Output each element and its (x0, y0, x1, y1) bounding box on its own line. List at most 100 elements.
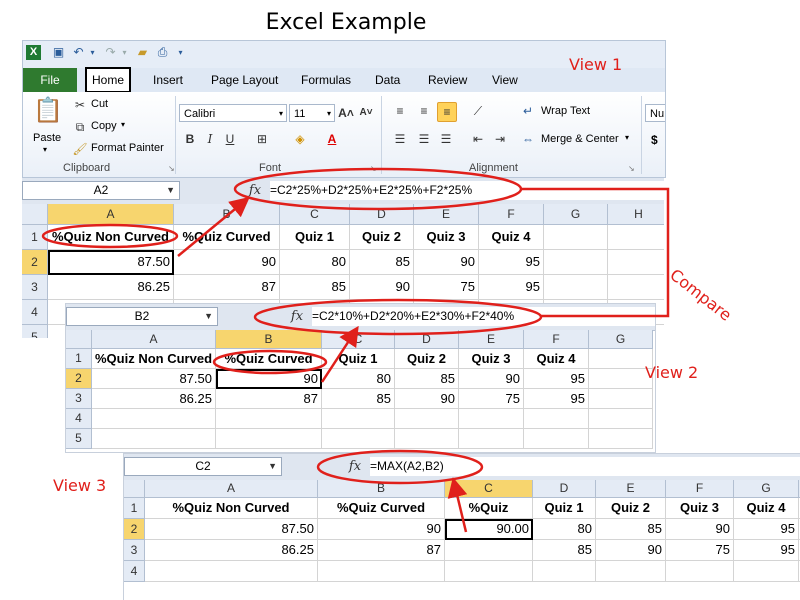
insert-function-icon[interactable]: fx (244, 181, 266, 200)
column-header-g[interactable]: G (734, 480, 799, 498)
cell-g1[interactable]: Quiz 4 (734, 498, 799, 519)
align-top-icon[interactable]: ≡ (391, 102, 409, 120)
row-header-1[interactable]: 1 (66, 349, 92, 369)
copy-icon[interactable]: ⧉ (71, 118, 89, 136)
row-header-4[interactable]: 4 (22, 300, 48, 325)
cell-a3[interactable]: 86.25 (48, 275, 174, 300)
cell-e3[interactable]: 75 (414, 275, 479, 300)
select-all-corner[interactable] (66, 330, 92, 349)
paste-button[interactable]: Paste (33, 132, 61, 144)
cell-h2[interactable] (608, 250, 664, 275)
merge-center-dropdown-icon[interactable]: ▾ (625, 133, 629, 142)
cell-e1[interactable]: Quiz 3 (459, 349, 524, 369)
cell-g4[interactable] (589, 409, 653, 429)
column-header-a[interactable]: A (145, 480, 318, 498)
cell-b3[interactable]: 87 (318, 540, 445, 561)
cell-a1[interactable]: %Quiz Non Curved (92, 349, 216, 369)
column-header-b[interactable]: B (174, 204, 280, 225)
cell-c2[interactable]: 80 (322, 369, 395, 389)
cell-e4[interactable] (459, 409, 524, 429)
tab-data[interactable]: Data (375, 68, 400, 92)
copy-dropdown-icon[interactable]: ▾ (121, 120, 125, 129)
merge-center-button[interactable]: Merge & Center (541, 133, 619, 145)
cell-b1[interactable]: %Quiz Curved (318, 498, 445, 519)
cell-a4[interactable] (145, 561, 318, 582)
cell-e1[interactable]: Quiz 3 (414, 225, 479, 250)
cell-f4[interactable] (666, 561, 734, 582)
print-preview-icon[interactable]: ⎙ (155, 45, 170, 60)
number-format-combo[interactable]: Nu (645, 104, 665, 122)
clipboard-launcher-icon[interactable]: ↘ (168, 164, 175, 173)
cell-h3[interactable] (608, 275, 664, 300)
cell-e5[interactable] (459, 429, 524, 449)
shrink-font-icon[interactable]: A˅ (357, 104, 375, 122)
cell-f4[interactable] (524, 409, 589, 429)
align-right-icon[interactable]: ☰ (437, 130, 455, 148)
cell-d3[interactable]: 90 (395, 389, 459, 409)
tab-insert[interactable]: Insert (153, 68, 183, 92)
cell-g2[interactable] (544, 250, 608, 275)
cell-g5[interactable] (589, 429, 653, 449)
font-launcher-icon[interactable]: ↘ (370, 164, 377, 173)
redo-dropdown-icon[interactable]: ▾ (117, 45, 132, 60)
cell-f1[interactable]: Quiz 4 (479, 225, 544, 250)
cell-b2[interactable]: 90 (216, 369, 322, 389)
cell-f3[interactable]: 95 (479, 275, 544, 300)
cell-g1[interactable] (589, 349, 653, 369)
cell-d3[interactable]: 85 (533, 540, 596, 561)
cell-a2[interactable]: 87.50 (48, 250, 174, 275)
cut-button[interactable]: Cut (91, 98, 108, 110)
borders-icon[interactable]: ⊞ (253, 130, 271, 148)
cell-d1[interactable]: Quiz 2 (395, 349, 459, 369)
row-header-4[interactable]: 4 (66, 409, 92, 429)
cell-g3[interactable] (589, 389, 653, 409)
cell-a3[interactable]: 86.25 (145, 540, 318, 561)
font-size-dropdown-icon[interactable]: ▾ (327, 105, 331, 123)
cell-a2[interactable]: 87.50 (145, 519, 318, 540)
tab-home[interactable]: Home (85, 67, 132, 93)
cell-e2[interactable]: 90 (414, 250, 479, 275)
row-header-5[interactable]: 5 (22, 325, 48, 338)
row-header-1[interactable]: 1 (22, 225, 48, 250)
column-header-c[interactable]: C (322, 330, 395, 349)
row-header-1[interactable]: 1 (124, 498, 145, 519)
cell-d5[interactable] (395, 429, 459, 449)
formula-input[interactable]: =C2*10%+D2*20%+E2*30%+F2*40% (312, 307, 655, 326)
cell-c4[interactable] (322, 409, 395, 429)
cell-g4[interactable] (734, 561, 799, 582)
cell-f3[interactable]: 75 (666, 540, 734, 561)
cell-c5[interactable] (322, 429, 395, 449)
cell-c2[interactable]: 80 (280, 250, 350, 275)
undo-dropdown-icon[interactable]: ▾ (85, 45, 100, 60)
cell-f5[interactable] (524, 429, 589, 449)
column-header-c[interactable]: C (280, 204, 350, 225)
row-header-2[interactable]: 2 (124, 519, 145, 540)
paste-dropdown-icon[interactable]: ▾ (43, 145, 47, 154)
cell-g3[interactable] (544, 275, 608, 300)
cell-c2[interactable]: 90.00 (445, 519, 533, 540)
cell-b4[interactable] (216, 409, 322, 429)
cell-e2[interactable]: 85 (596, 519, 666, 540)
select-all-corner[interactable] (124, 480, 145, 498)
cell-a1[interactable]: %Quiz Non Curved (48, 225, 174, 250)
cell-f2[interactable]: 95 (479, 250, 544, 275)
cell-a5[interactable] (92, 429, 216, 449)
decrease-indent-icon[interactable]: ⇤ (469, 130, 487, 148)
cell-f3[interactable]: 95 (524, 389, 589, 409)
row-header-5[interactable]: 5 (66, 429, 92, 449)
cell-c3[interactable]: 85 (322, 389, 395, 409)
column-header-d[interactable]: D (533, 480, 596, 498)
cell-b1[interactable]: %Quiz Curved (174, 225, 280, 250)
cell-g2[interactable]: 95 (734, 519, 799, 540)
column-header-e[interactable]: E (414, 204, 479, 225)
font-name-dropdown-icon[interactable]: ▾ (279, 105, 283, 123)
cell-d4[interactable] (395, 409, 459, 429)
paste-icon[interactable]: 📋 (33, 96, 63, 126)
increase-indent-icon[interactable]: ⇥ (491, 130, 509, 148)
align-bottom-icon[interactable]: ≡ (437, 102, 457, 122)
column-header-g[interactable]: G (589, 330, 653, 349)
cell-b2[interactable]: 90 (318, 519, 445, 540)
cell-f1[interactable]: Quiz 4 (524, 349, 589, 369)
cell-c3[interactable] (445, 540, 533, 561)
name-box-dropdown-icon[interactable]: ▼ (204, 308, 213, 325)
